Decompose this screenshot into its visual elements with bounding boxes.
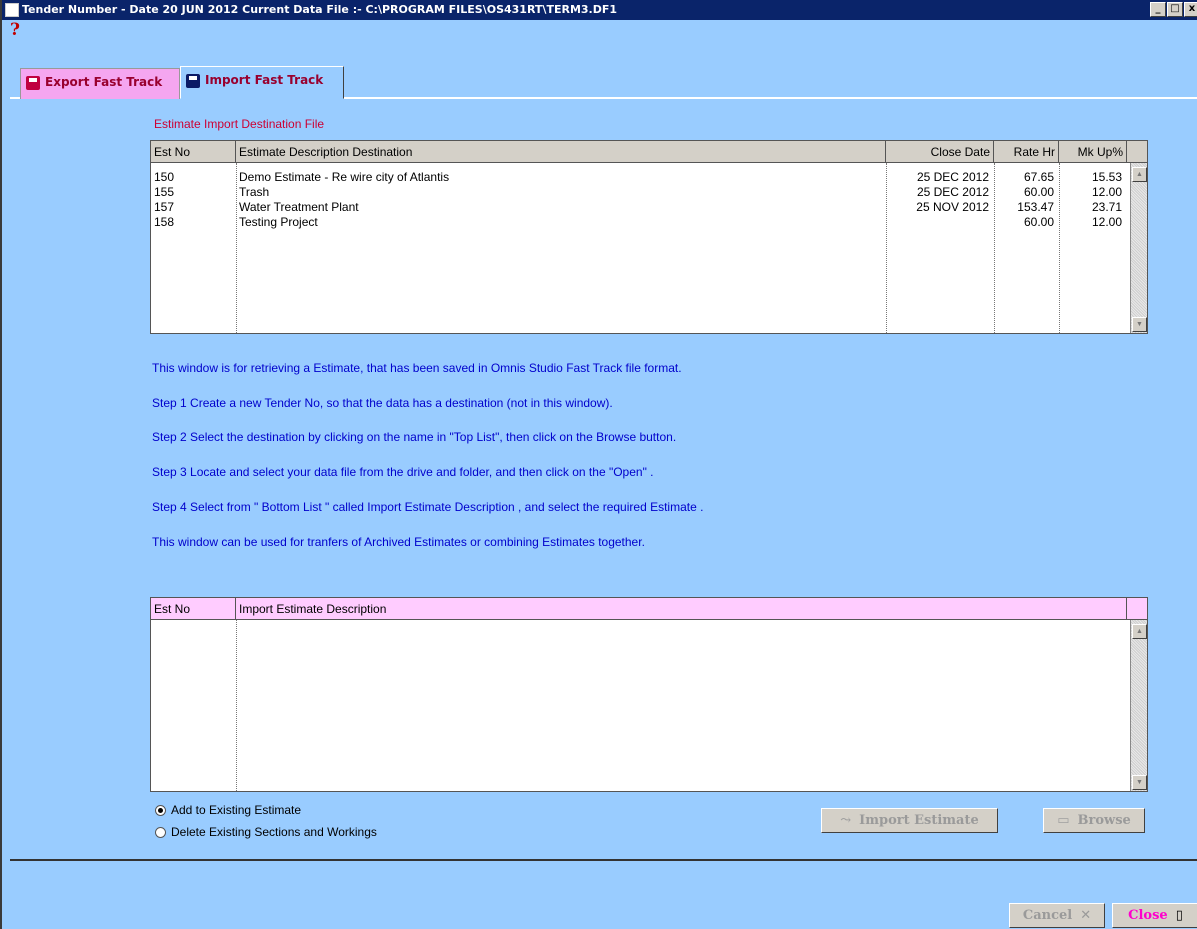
- close-window-button[interactable]: x: [1184, 2, 1197, 17]
- question-mark-icon[interactable]: ?: [10, 20, 24, 40]
- column-header-import-description[interactable]: Import Estimate Description: [236, 598, 1127, 620]
- radio-label: Delete Existing Sections and Workings: [171, 825, 377, 839]
- import-list-scrollbar[interactable]: ▲ ▼: [1130, 620, 1147, 791]
- radio-label: Add to Existing Estimate: [171, 803, 302, 817]
- add-to-existing-radio[interactable]: Add to Existing Estimate: [155, 802, 301, 818]
- column-header-description[interactable]: Estimate Description Destination: [236, 141, 886, 163]
- instruction-note: This window can be used for tranfers of …: [152, 535, 645, 549]
- cell-rate-hr: 153.47: [1017, 200, 1054, 214]
- cell-mk-up: 12.00: [1091, 215, 1122, 229]
- cell-rate-hr: 60.00: [1023, 215, 1054, 229]
- scroll-up-icon[interactable]: ▲: [1132, 624, 1147, 639]
- tab-import-fast-track[interactable]: Import Fast Track: [180, 66, 344, 99]
- radio-unselected-icon[interactable]: [155, 827, 166, 838]
- cell-description: Demo Estimate - Re wire city of Atlantis: [239, 170, 450, 184]
- table-row[interactable]: 155 Trash 25 DEC 2012 60.00 12.00: [151, 185, 1127, 199]
- scroll-up-icon[interactable]: ▲: [1132, 167, 1147, 182]
- folder-icon: ▭: [1057, 813, 1070, 828]
- destination-list-header: Est No Estimate Description Destination …: [151, 141, 1147, 163]
- destination-list-scrollbar[interactable]: ▲ ▼: [1130, 163, 1147, 333]
- exit-door-icon: ▯: [1175, 908, 1183, 923]
- import-arrow-icon: ⤳: [840, 813, 852, 828]
- cell-close-date: 25 DEC 2012: [916, 185, 989, 199]
- column-divider: [236, 620, 237, 791]
- destination-file-label: Estimate Import Destination File: [154, 117, 325, 131]
- title-bar: Tender Number - Date 20 JUN 2012 Current…: [2, 0, 1197, 20]
- minimize-button[interactable]: _: [1150, 2, 1166, 17]
- cell-est-no: 158: [154, 215, 175, 229]
- import-list-header: Est No Import Estimate Description: [151, 598, 1147, 620]
- column-header-mk-up[interactable]: Mk Up%: [1059, 141, 1127, 163]
- import-estimate-label: Import Estimate: [859, 813, 979, 828]
- instruction-step-1: Step 1 Create a new Tender No, so that t…: [152, 396, 613, 410]
- scroll-down-icon[interactable]: ▼: [1132, 775, 1147, 790]
- cell-mk-up: 15.53: [1091, 170, 1122, 184]
- destination-estimate-list[interactable]: Est No Estimate Description Destination …: [150, 140, 1148, 334]
- cell-est-no: 155: [154, 185, 175, 199]
- instruction-step-3: Step 3 Locate and select your data file …: [152, 465, 654, 479]
- table-row[interactable]: 158 Testing Project 60.00 12.00: [151, 215, 1127, 229]
- tab-import-label: Import Fast Track: [205, 73, 324, 87]
- cell-rate-hr: 60.00: [1023, 185, 1054, 199]
- table-row[interactable]: 150 Demo Estimate - Re wire city of Atla…: [151, 170, 1127, 184]
- instruction-text: This window is for retrieving a Estimate…: [152, 361, 682, 375]
- import-estimate-button[interactable]: ⤳ Import Estimate: [821, 808, 998, 833]
- cell-close-date: 25 NOV 2012: [916, 200, 989, 214]
- column-header-est-no[interactable]: Est No: [151, 598, 236, 620]
- floppy-disk-icon: [26, 76, 40, 90]
- cancel-label: Cancel: [1022, 908, 1073, 923]
- close-button[interactable]: Close ▯: [1112, 903, 1197, 928]
- table-row[interactable]: 157 Water Treatment Plant 25 NOV 2012 15…: [151, 200, 1127, 214]
- maximize-button[interactable]: □: [1167, 2, 1183, 17]
- import-fast-track-window: Tender Number - Date 20 JUN 2012 Current…: [0, 0, 1197, 929]
- close-label: Close: [1128, 908, 1168, 923]
- cell-close-date: [886, 215, 992, 229]
- cell-est-no: 150: [154, 170, 175, 184]
- cancel-button[interactable]: Cancel ✕: [1009, 903, 1105, 928]
- cell-rate-hr: 67.65: [1023, 170, 1054, 184]
- cell-close-date: 25 DEC 2012: [916, 170, 989, 184]
- column-header-est-no[interactable]: Est No: [151, 141, 236, 163]
- floppy-disk-icon: [186, 74, 200, 88]
- radio-selected-icon[interactable]: [155, 805, 166, 816]
- cell-est-no: 157: [154, 200, 175, 214]
- tab-export-fast-track[interactable]: Export Fast Track: [20, 68, 180, 99]
- cell-description: Water Treatment Plant: [239, 200, 359, 214]
- cell-mk-up: 12.00: [1091, 185, 1122, 199]
- app-icon: [5, 3, 19, 17]
- cancel-x-icon: ✕: [1080, 908, 1092, 923]
- column-header-rate-hr[interactable]: Rate Hr: [994, 141, 1059, 163]
- delete-existing-radio[interactable]: Delete Existing Sections and Workings: [155, 824, 377, 840]
- column-header-close-date[interactable]: Close Date: [886, 141, 994, 163]
- browse-label: Browse: [1077, 813, 1131, 828]
- tab-export-label: Export Fast Track: [45, 75, 163, 89]
- instruction-step-4: Step 4 Select from " Bottom List " calle…: [152, 500, 704, 514]
- scroll-down-icon[interactable]: ▼: [1132, 317, 1147, 332]
- browse-button[interactable]: ▭ Browse: [1043, 808, 1145, 833]
- window-title: Tender Number - Date 20 JUN 2012 Current…: [22, 3, 618, 16]
- cell-description: Testing Project: [239, 215, 318, 229]
- instruction-step-2: Step 2 Select the destination by clickin…: [152, 430, 677, 444]
- import-estimate-list[interactable]: Est No Import Estimate Description ▲ ▼: [150, 597, 1148, 792]
- cell-mk-up: 23.71: [1091, 200, 1122, 214]
- cell-description: Trash: [239, 185, 270, 199]
